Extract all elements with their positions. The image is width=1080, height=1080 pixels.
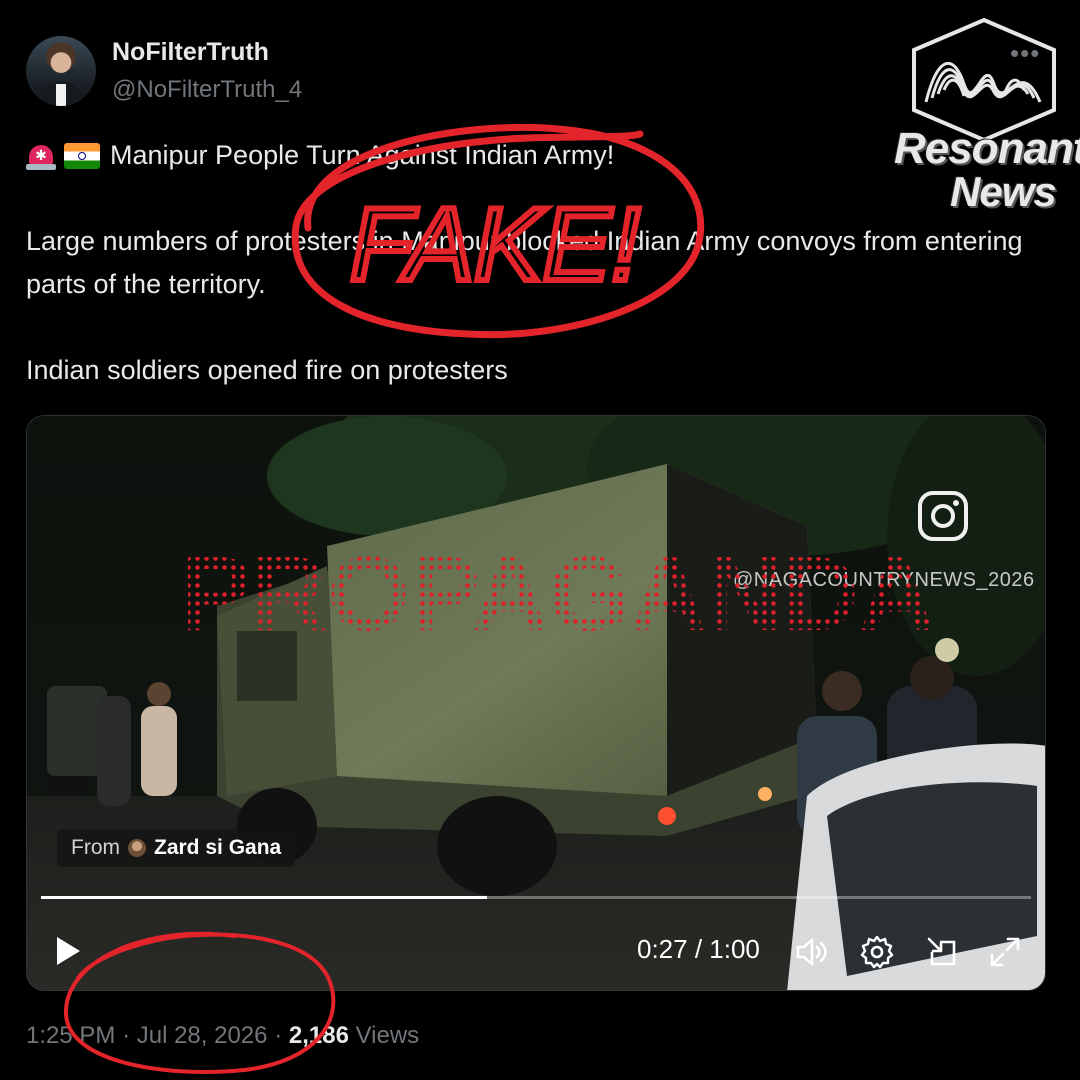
- from-label: From: [71, 836, 120, 859]
- video-progress-fill: [41, 896, 487, 899]
- author-handle[interactable]: @NoFilterTruth_4: [112, 76, 302, 104]
- tweet-headline: ✱ Manipur People Turn Against Indian Arm…: [26, 140, 614, 171]
- meta-separator-2: ·: [274, 1022, 283, 1049]
- settings-icon[interactable]: [859, 934, 895, 970]
- tweet-paragraph-2: Indian soldiers opened fire on protester…: [26, 355, 508, 385]
- india-flag-emoji: [64, 142, 100, 169]
- video-frame: [27, 416, 1045, 990]
- propaganda-stamp-text: PROPAGANDA: [181, 536, 935, 646]
- views-label: Views: [355, 1022, 420, 1049]
- logo-text-news: News: [950, 168, 1057, 215]
- tweet-card: NoFilterTruth @NoFilterTruth_4 ••• Reson…: [0, 0, 1080, 1080]
- tweet-date[interactable]: Jul 28, 2026: [137, 1022, 268, 1049]
- tweet-paragraph-1: Large numbers of protesters in Manipur b…: [26, 226, 1023, 299]
- video-player[interactable]: @NAGACOUNTRYNEWS_2026 PROPAGANDA From Za…: [26, 415, 1046, 991]
- meta-separator-1: ·: [122, 1022, 131, 1049]
- author-display-name[interactable]: NoFilterTruth: [112, 38, 269, 67]
- instagram-icon: [918, 491, 968, 541]
- avatar-shirt: [56, 84, 66, 106]
- avatar[interactable]: [26, 36, 96, 106]
- play-icon[interactable]: [53, 934, 83, 968]
- tweet-time[interactable]: 1:25 PM: [26, 1022, 115, 1049]
- video-progress-bar[interactable]: [41, 896, 1031, 899]
- headline-text: Manipur People Turn Against Indian Army!: [110, 140, 615, 170]
- pip-icon[interactable]: [924, 934, 960, 970]
- propaganda-stamp: PROPAGANDA: [181, 536, 935, 646]
- source-avatar: [128, 839, 146, 857]
- logo-text-resonant: Resonant: [894, 124, 1080, 173]
- video-time: 0:27 / 1:00: [637, 934, 760, 964]
- views-count: 2,186: [288, 1022, 349, 1049]
- volume-icon[interactable]: [793, 934, 829, 970]
- siren-emoji: ✱: [26, 142, 56, 170]
- source-name[interactable]: Zard si Gana: [154, 836, 281, 860]
- source-attribution[interactable]: From Zard si Gana: [57, 829, 296, 867]
- fullscreen-icon[interactable]: [987, 934, 1023, 970]
- tweet-meta: 1:25 PM · Jul 28, 2026 · 2,186 Views: [26, 1022, 419, 1050]
